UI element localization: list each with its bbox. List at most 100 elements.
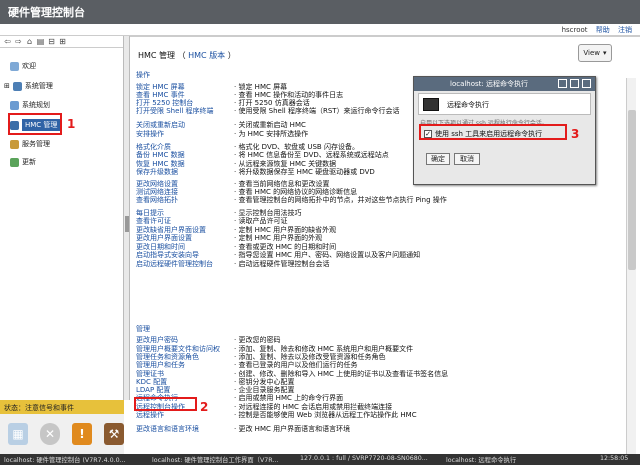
task-link[interactable]: 关闭或重新启动 <box>136 121 185 130</box>
app-title: 硬件管理控制台 <box>8 6 85 19</box>
task-link[interactable]: 安排操作 <box>136 130 164 139</box>
nav-item-systems-management[interactable]: ⊞ 系统管理 <box>4 81 53 91</box>
status-icons: ▦ ✕ ! ⚒ <box>0 414 124 454</box>
expand-icon[interactable]: ⊞ <box>58 37 67 46</box>
nav-item-system-plans[interactable]: 系统规划 <box>10 100 50 110</box>
home-icon[interactable]: ⌂ <box>25 37 34 46</box>
tree-icon[interactable]: ▤ <box>36 37 45 46</box>
systems-management-icon <box>12 81 22 91</box>
nav-item-label: 欢迎 <box>22 62 36 70</box>
task-link[interactable]: 查看许可证 <box>136 217 171 226</box>
help-link[interactable]: 帮助 <box>596 26 610 34</box>
annotation-number-1: 1 <box>67 117 76 131</box>
system-status-icon[interactable]: ▦ <box>8 423 28 445</box>
dialog-title: localhost: 远程命令执行 <box>450 80 529 88</box>
task-description: · 定制 HMC 用户界面的外观 <box>234 234 323 242</box>
service-management-icon <box>10 139 19 149</box>
expand-icon[interactable]: ⊞ <box>4 82 10 90</box>
nav-item-welcome[interactable]: 欢迎 <box>10 61 36 71</box>
task-description: · 指导您设置 HMC 用户、密码、网络设置以及客户问题通知 <box>234 251 421 259</box>
task-link[interactable]: 更改语言和语言环境 <box>136 425 199 434</box>
task-description: · 查看管理控制台的网络拓扑中的节点，并对这些节点执行 Ping 操作 <box>234 196 447 204</box>
view-button-label: View <box>583 49 601 57</box>
nav-toolbar: ⇦ ⇨ ⌂ ▤ ⊟ ⊞ <box>0 36 123 48</box>
task-description: · 关闭或重新启动 HMC <box>234 121 306 129</box>
task-link[interactable]: 备份 HMC 数据 <box>136 151 185 160</box>
minimize-icon[interactable] <box>558 79 567 88</box>
updates-icon <box>10 157 19 167</box>
task-link[interactable]: 启动远程硬件管理控制台 <box>136 260 213 269</box>
error-icon[interactable]: ✕ <box>40 423 60 445</box>
logout-link[interactable]: 注销 <box>618 26 632 34</box>
section-heading: 操作 <box>136 71 150 79</box>
tools-icon[interactable]: ⚒ <box>104 423 124 445</box>
nav-item-updates[interactable]: 更新 <box>10 157 36 167</box>
user-name: hscroot <box>561 26 588 34</box>
task-description: · 读取产品许可证 <box>234 217 288 225</box>
task-description: · 将升级数据保存至 HMC 硬盘驱动器或 DVD <box>234 168 375 176</box>
welcome-icon <box>10 61 19 71</box>
scrollbar-thumb[interactable] <box>628 110 636 270</box>
chevron-down-icon: ▾ <box>603 49 607 57</box>
task-description: · 启用或禁用 HMC 上的命令行界面 <box>234 394 344 402</box>
nav-item-label: 服务管理 <box>22 140 50 148</box>
task-link[interactable]: 更改用户密码 <box>136 336 178 345</box>
annotation-box-3 <box>419 124 567 140</box>
task-description: · 为 HMC 安排所选操作 <box>234 130 309 138</box>
task-row: 查看许可证 · 读取产品许可证 <box>136 217 616 226</box>
task-description: · 使用受限 Shell 程序终端（RST）来运行命令行会话 <box>234 107 400 115</box>
taskbar-item[interactable]: localhost: 硬件管理控制台工作界面（V7R... <box>152 455 278 464</box>
task-description: · 将 HMC 信息备份至 DVD、远程系统或远程站点 <box>234 151 389 159</box>
task-link[interactable]: 查看网络拓扑 <box>136 196 178 205</box>
warning-icon[interactable]: ! <box>72 423 92 445</box>
title-paren: （ <box>177 51 186 60</box>
annotation-number-2: 2 <box>200 400 209 414</box>
taskbar: localhost: 硬件管理控制台 (V7R7.4.0.0... localh… <box>0 454 640 465</box>
ok-button[interactable]: 确定 <box>426 153 450 165</box>
page-title: HMC 管理 （ HMC 版本 ） <box>138 50 236 61</box>
nav-item-service-management[interactable]: 服务管理 <box>10 139 50 149</box>
dialog-header: 远程命令执行 <box>418 93 591 115</box>
page-title-text: HMC 管理 <box>138 51 176 60</box>
taskbar-item[interactable]: localhost: 远程命令执行 <box>446 455 516 464</box>
navigation-pane: ⇦ ⇨ ⌂ ▤ ⊟ ⊞ 欢迎 ⊞ 系统管理 系统规划 HMC 管理 服务管理 更… <box>0 36 124 400</box>
title-paren: ） <box>227 51 236 60</box>
nav-item-label: 系统管理 <box>24 82 53 90</box>
task-link[interactable]: 远程操作 <box>136 411 164 420</box>
user-bar: hscroot 帮助 注销 <box>0 24 640 36</box>
status-bar[interactable]: 状态：注意信号和事件 <box>0 400 124 414</box>
task-row: 启动指导式安装向导 · 指导您设置 HMC 用户、密码、网络设置以及客户问题通知 <box>136 251 616 260</box>
back-icon[interactable]: ⇦ <box>3 37 12 46</box>
annotation-box-2 <box>134 397 197 411</box>
task-link[interactable]: 打开受限 Shell 程序终端 <box>136 107 214 116</box>
vertical-scrollbar[interactable] <box>626 78 636 454</box>
nav-item-label: 更新 <box>22 158 36 166</box>
task-description: · 查看已登录的用户以及他们运行的任务 <box>234 361 358 369</box>
taskbar-item[interactable]: localhost: 硬件管理控制台 (V7R7.4.0.0... <box>4 455 126 464</box>
task-row: 更改用户界面设置 · 定制 HMC 用户界面的外观 <box>136 234 616 243</box>
task-link[interactable]: 更改用户界面设置 <box>136 234 192 243</box>
maximize-icon[interactable] <box>570 79 579 88</box>
close-icon[interactable] <box>582 79 591 88</box>
task-row: 查看网络拓扑 · 查看管理控制台的网络拓扑中的节点，并对这些节点执行 Ping 操… <box>136 196 616 205</box>
collapse-icon[interactable]: ⊟ <box>47 37 56 46</box>
task-link[interactable]: 保存升级数据 <box>136 168 178 177</box>
view-button[interactable]: View ▾ <box>578 44 612 62</box>
dialog-header-text: 远程命令执行 <box>447 101 489 109</box>
forward-icon[interactable]: ⇨ <box>14 37 23 46</box>
task-link[interactable]: 管理用户和任务 <box>136 361 185 370</box>
status-label: 状态：注意信号和事件 <box>4 404 74 412</box>
task-description: · 控制是否能够使用 Web 浏览器从远程工作站操作此 HMC <box>234 411 417 419</box>
annotation-box-1 <box>8 113 62 135</box>
annotation-number-3: 3 <box>571 127 580 141</box>
task-link[interactable]: 启动指导式安装向导 <box>136 251 199 260</box>
cancel-button[interactable]: 取消 <box>454 153 480 165</box>
splitter-handle[interactable] <box>125 216 129 232</box>
task-description: · 更改您的密码 <box>234 336 281 344</box>
taskbar-item[interactable]: 127.0.0.1 : full / SVRP7720-08-SN0680... <box>300 455 428 462</box>
task-row: 启动远程硬件管理控制台 · 启动远程硬件管理控制台会话 <box>136 260 616 269</box>
hmc-version-link[interactable]: HMC 版本 <box>188 51 225 60</box>
taskbar-clock: 12:58:05 <box>600 455 629 462</box>
task-row: 管理用户和任务 · 查看已登录的用户以及他们运行的任务 <box>136 361 616 370</box>
task-row: 更改语言和语言环境 · 更改 HMC 用户界面语言和语言环境 <box>136 425 616 434</box>
